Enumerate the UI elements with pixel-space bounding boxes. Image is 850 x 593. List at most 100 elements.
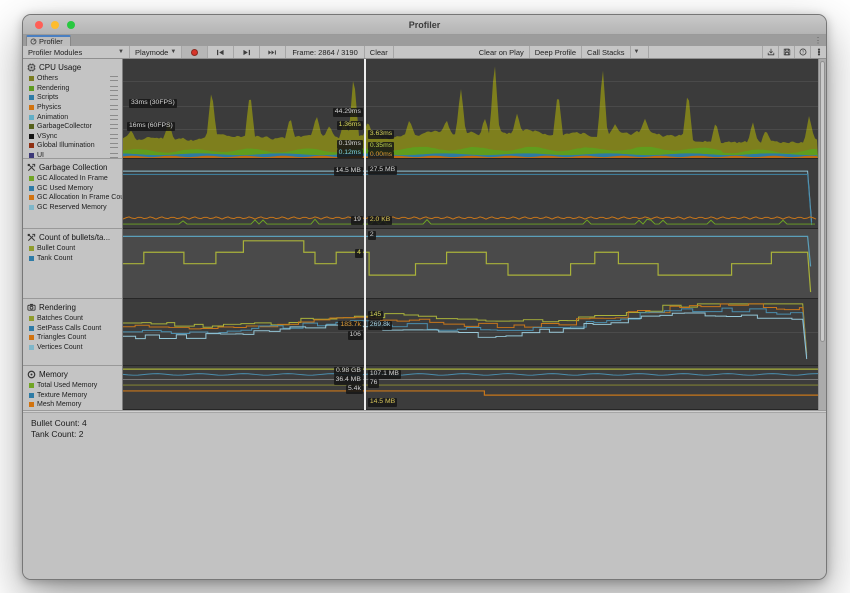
legend-item[interactable]: Animation (23, 112, 122, 122)
drag-handle-icon[interactable] (110, 76, 118, 81)
chart-value-label: 14.5 MB (368, 398, 397, 407)
legend-label: Mesh Memory (37, 401, 81, 408)
save-profile-button[interactable] (778, 46, 794, 58)
legend-item[interactable]: Batches Count (23, 314, 122, 324)
legend-item[interactable]: UI (23, 151, 122, 159)
legend-color-swatch (29, 143, 34, 148)
chart-garbage-collection[interactable]: 14.5 MB27.5 MB192.0 KB (123, 159, 818, 229)
legend-color-swatch (29, 345, 34, 350)
clear-button[interactable]: Clear (365, 46, 394, 58)
profiler-window: Profiler Profiler ⋮ Profiler Modules ▼ P… (22, 14, 827, 580)
cpu-icon (27, 63, 36, 72)
legend-item[interactable]: GC Allocation In Frame Cour (23, 193, 122, 203)
previous-frame-button[interactable] (208, 46, 234, 58)
legend-color-swatch (29, 153, 34, 158)
legend-item[interactable]: Triangles Count (23, 333, 122, 343)
help-icon: ? (799, 48, 807, 56)
legend-item[interactable]: Others (23, 74, 122, 84)
legend-label: GC Reserved Memory (37, 204, 107, 211)
legend-item[interactable]: Bullet Count (23, 244, 122, 254)
drag-handle-icon[interactable] (110, 124, 118, 129)
help-button[interactable]: ? (794, 46, 810, 58)
legend-item[interactable]: GC Reserved Memory (23, 203, 122, 213)
legend-color-swatch (29, 176, 34, 181)
chart-value-label: 106 (348, 331, 363, 340)
context-menu-button[interactable] (810, 46, 826, 58)
drag-handle-icon[interactable] (110, 153, 118, 158)
drag-handle-icon[interactable] (110, 86, 118, 91)
tools-icon (27, 163, 36, 172)
profiler-main-area: CPU UsageOthersRenderingScriptsPhysicsAn… (23, 59, 826, 410)
legend-color-swatch (29, 95, 34, 100)
tab-profiler[interactable]: Profiler (26, 35, 71, 46)
clear-label: Clear (370, 48, 388, 57)
legend-label: Rendering (37, 85, 69, 92)
drag-handle-icon[interactable] (110, 95, 118, 100)
legend-color-swatch (29, 105, 34, 110)
playmode-dropdown[interactable]: Playmode ▼ (130, 46, 182, 58)
scrollbar-thumb[interactable] (820, 61, 825, 342)
legend-item[interactable]: Texture Memory (23, 391, 122, 401)
drag-handle-icon[interactable] (110, 143, 118, 148)
module-header-garbage-collection[interactable]: Garbage Collection (23, 162, 122, 174)
chart-memory[interactable]: 0.98 GB36.4 MB5.4k107.1 MB7614.5 MB (123, 366, 818, 410)
legend-color-swatch (29, 86, 34, 91)
call-stacks-dropdown[interactable]: Call Stacks ▼ (582, 46, 648, 58)
legend-color-swatch (29, 256, 34, 261)
legend-item[interactable]: Total Used Memory (23, 381, 122, 391)
vertical-scrollbar[interactable] (818, 59, 826, 410)
legend-item[interactable]: Tank Count (23, 254, 122, 264)
chart-value-label: 0.19ms (337, 140, 363, 149)
legend-item[interactable]: Rendering (23, 84, 122, 94)
chart-count-of-bullets-ta[interactable]: 24 (123, 229, 818, 299)
chart-rendering[interactable]: 183.7k106145269.8k (123, 299, 818, 366)
load-profile-button[interactable] (762, 46, 778, 58)
legend-item[interactable]: GarbageCollector (23, 122, 122, 132)
charts-area[interactable]: 33ms (30FPS)16ms (60FPS)44.29ms1.36ms0.1… (123, 59, 818, 410)
module-header-count-of-bullets-ta[interactable]: Count of bullets/ta... (23, 232, 122, 244)
legend-item[interactable]: Mesh Memory (23, 400, 122, 410)
tab-context-menu-icon[interactable]: ⋮ (814, 35, 822, 46)
drag-handle-icon[interactable] (110, 134, 118, 139)
module-header-rendering[interactable]: Rendering (23, 302, 122, 314)
legend-item[interactable]: GC Used Memory (23, 184, 122, 194)
module-title: Garbage Collection (39, 163, 107, 172)
next-frame-icon (242, 49, 251, 56)
legend-item[interactable]: SetPass Calls Count (23, 324, 122, 334)
chart-cpu-usage[interactable]: 33ms (30FPS)16ms (60FPS)44.29ms1.36ms0.1… (123, 59, 818, 159)
close-button[interactable] (35, 21, 43, 29)
chart-value-label: 0.12ms (337, 149, 363, 158)
chart-value-label: 107.1 MB (368, 370, 401, 379)
module-header-cpu-usage[interactable]: CPU Usage (23, 62, 122, 74)
toolbar-spacer (394, 46, 474, 58)
previous-frame-icon (216, 49, 225, 56)
chevron-down-icon: ▼ (118, 49, 124, 55)
titlebar[interactable]: Profiler (23, 15, 826, 35)
profiler-modules-dropdown[interactable]: Profiler Modules ▼ (23, 46, 130, 58)
module-section-rendering: RenderingBatches CountSetPass Calls Coun… (23, 299, 122, 366)
drag-handle-icon[interactable] (110, 105, 118, 110)
legend-color-swatch (29, 134, 34, 139)
module-header-memory[interactable]: Memory (23, 369, 122, 381)
legend-item[interactable]: VSync (23, 132, 122, 142)
clear-on-play-toggle[interactable]: Clear on Play (474, 46, 530, 58)
legend-item[interactable]: GC Allocated In Frame (23, 174, 122, 184)
minimize-button[interactable] (51, 21, 59, 29)
next-frame-button[interactable] (234, 46, 260, 58)
current-frame-button[interactable] (260, 46, 286, 58)
deep-profile-toggle[interactable]: Deep Profile (530, 46, 582, 58)
save-icon (783, 48, 791, 56)
record-button[interactable] (182, 46, 208, 58)
legend-label: Physics (37, 104, 61, 111)
zoom-button[interactable] (67, 21, 75, 29)
legend-label: Animation (37, 114, 68, 121)
chevron-down-icon[interactable]: ▼ (630, 46, 643, 58)
legend-item[interactable]: Vertices Count (23, 343, 122, 353)
legend-item[interactable]: Physics (23, 103, 122, 113)
legend-item[interactable]: Global Illumination (23, 141, 122, 151)
drag-handle-icon[interactable] (110, 115, 118, 120)
legend-color-swatch (29, 383, 34, 388)
legend-item[interactable]: Scripts (23, 93, 122, 103)
legend-label: GC Allocation In Frame Cour (37, 194, 122, 201)
chart-value-label: 44.29ms (333, 108, 363, 117)
